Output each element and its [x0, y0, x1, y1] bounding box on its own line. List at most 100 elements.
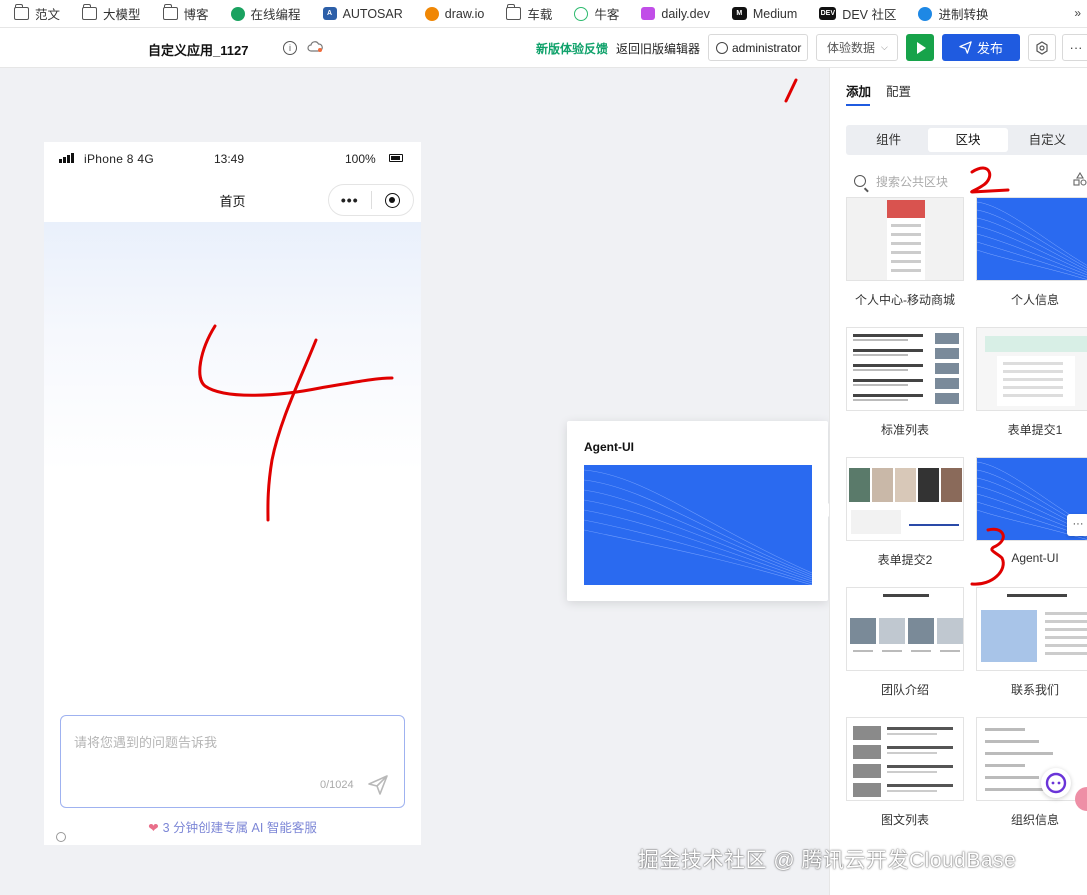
block-card[interactable]: 团队介绍 [846, 587, 964, 698]
phone-preview: iPhone 8 4G 13:49 100% 首页 ••• 请将您遇到的问题告诉… [44, 142, 421, 845]
annotation-1 [784, 78, 798, 103]
data-source-select[interactable]: 体验数据 ⌵ [816, 34, 898, 61]
bookmark-label: draw.io [444, 6, 485, 21]
more-button[interactable]: ··· [1062, 34, 1087, 61]
block-card[interactable]: 图文列表 [846, 717, 964, 828]
block-thumbnail [846, 717, 964, 801]
cloud-sync-icon[interactable] [307, 41, 323, 53]
publish-button[interactable]: 发布 [942, 34, 1020, 61]
autosar-icon: A [322, 7, 337, 20]
block-label: 联系我们 [1010, 683, 1059, 697]
more-dots-icon[interactable]: ••• [329, 192, 371, 208]
block-thumbnail [846, 327, 964, 411]
block-label: 团队介绍 [880, 683, 929, 697]
bookmark-item[interactable]: 在线编程 [230, 4, 301, 23]
block-card[interactable]: 表单提交2 [846, 457, 964, 568]
block-more-button[interactable]: ··· [1067, 514, 1087, 536]
mini-program-navbar: 首页 ••• [44, 174, 421, 222]
send-message-icon[interactable] [367, 774, 389, 796]
converter-icon [918, 6, 933, 21]
bookmark-label: DEV 社区 [842, 8, 897, 22]
segment-custom[interactable]: 自定义 [1008, 128, 1087, 152]
promo-text: 3 分钟创建专属 AI 智能客服 [162, 821, 317, 835]
send-icon [959, 41, 972, 54]
block-type-segmented-control: 组件 区块 自定义 [846, 125, 1087, 155]
dev-icon: DEV [819, 7, 837, 20]
chat-input[interactable]: 请将您遇到的问题告诉我 0/1024 [60, 715, 405, 808]
folder-icon [82, 4, 98, 20]
segment-blocks[interactable]: 区块 [928, 128, 1008, 152]
bookmark-item[interactable]: 牛客 [574, 4, 619, 23]
bookmark-label: 大模型 [103, 8, 141, 22]
block-search-input[interactable]: 搜索公共区块 [876, 173, 948, 190]
block-card[interactable]: 组织信息 [976, 717, 1087, 828]
feedback-link[interactable]: 新版体验反馈 [536, 40, 608, 57]
assistant-bot-icon[interactable] [1041, 768, 1071, 798]
bookmark-label: 范文 [35, 8, 61, 22]
block-card[interactable]: 联系我们 [976, 587, 1087, 698]
bookmark-item[interactable]: A AUTOSAR [322, 6, 403, 21]
block-card[interactable]: 个人中心-移动商城 [846, 197, 964, 308]
bookmark-item[interactable]: DEV DEV 社区 [819, 4, 896, 23]
block-card[interactable]: 标准列表 [846, 327, 964, 438]
block-label: 表单提交1 [1007, 423, 1063, 437]
block-search[interactable]: 搜索公共区块 [854, 171, 1074, 191]
block-hover-preview: Agent-UI [567, 421, 835, 601]
block-label: 个人信息 [1010, 293, 1059, 307]
block-card[interactable]: 个人信息 [976, 197, 1087, 308]
block-card[interactable]: 表单提交1 [976, 327, 1087, 438]
bookmark-item[interactable]: 范文 [14, 4, 60, 23]
bookmark-item[interactable]: 大模型 [82, 4, 141, 23]
capsule-menu[interactable]: ••• [328, 184, 414, 216]
block-thumbnail: ··· [976, 457, 1087, 541]
bookmark-label: 牛客 [594, 8, 620, 22]
dailydev-icon [641, 7, 656, 20]
block-thumbnail [846, 457, 964, 541]
preview-title: Agent-UI [584, 440, 634, 454]
block-label: 表单提交2 [877, 553, 933, 567]
block-thumbnail [976, 717, 1087, 801]
bookmark-label: 进制转换 [938, 8, 989, 22]
block-card[interactable]: ··· Agent-UI [976, 457, 1087, 565]
segment-components[interactable]: 组件 [849, 128, 928, 152]
battery-icon [389, 154, 403, 162]
bookmark-label: 博客 [183, 8, 209, 22]
folder-icon [14, 4, 29, 20]
bookmark-item[interactable]: M Medium [731, 7, 797, 21]
bookmark-item[interactable]: 进制转换 [918, 4, 989, 23]
bookmark-label: 车载 [527, 8, 553, 22]
bookmark-label: 在线编程 [250, 8, 301, 22]
medium-icon: M [731, 7, 747, 20]
user-label: administrator [732, 40, 802, 55]
legacy-editor-link[interactable]: 返回旧版编辑器 [616, 40, 700, 57]
run-button[interactable] [906, 34, 934, 61]
close-target-icon[interactable] [371, 192, 413, 208]
carrier-label: iPhone 8 4G [84, 152, 155, 166]
chat-input-placeholder: 请将您遇到的问题告诉我 [74, 735, 218, 750]
bookmark-item[interactable]: daily.dev [641, 7, 710, 21]
watermark: 掘金技术社区 @ 腾讯云开发CloudBase [638, 849, 1017, 872]
tab-config[interactable]: 配置 [886, 81, 911, 100]
bookmark-item[interactable]: draw.io [424, 6, 485, 21]
bookmarks-overflow-icon[interactable]: » [1074, 6, 1081, 20]
shapes-icon[interactable] [1073, 172, 1087, 186]
settings-button[interactable] [1028, 34, 1056, 61]
bookmark-item[interactable]: 车载 [506, 4, 552, 23]
user-icon [716, 41, 728, 54]
block-thumbnail [846, 197, 964, 281]
folder-icon [506, 4, 522, 20]
block-thumbnail [976, 327, 1087, 411]
bookmarks-bar: 范文 大模型 博客 在线编程 A AUTOSAR draw.io 车载 牛客 daily.dev M… [0, 0, 1087, 28]
tab-add[interactable]: 添加 [846, 81, 871, 100]
bookmark-label: AUTOSAR [342, 6, 403, 21]
publish-label: 发布 [976, 41, 1003, 56]
user-button[interactable]: administrator [708, 34, 808, 61]
bookmark-item[interactable]: 博客 [162, 4, 209, 23]
drawio-icon [424, 6, 439, 21]
search-icon[interactable] [56, 832, 66, 842]
heart-icon: ❤ [148, 821, 159, 835]
editor-toolbar: 自定义应用_1127 i 新版体验反馈 返回旧版编辑器 administrato… [0, 28, 1087, 68]
info-icon[interactable]: i [283, 41, 297, 55]
promo-banner[interactable]: ❤ 3 分钟创建专属 AI 智能客服 [44, 817, 421, 836]
block-thumbnail [846, 587, 964, 671]
